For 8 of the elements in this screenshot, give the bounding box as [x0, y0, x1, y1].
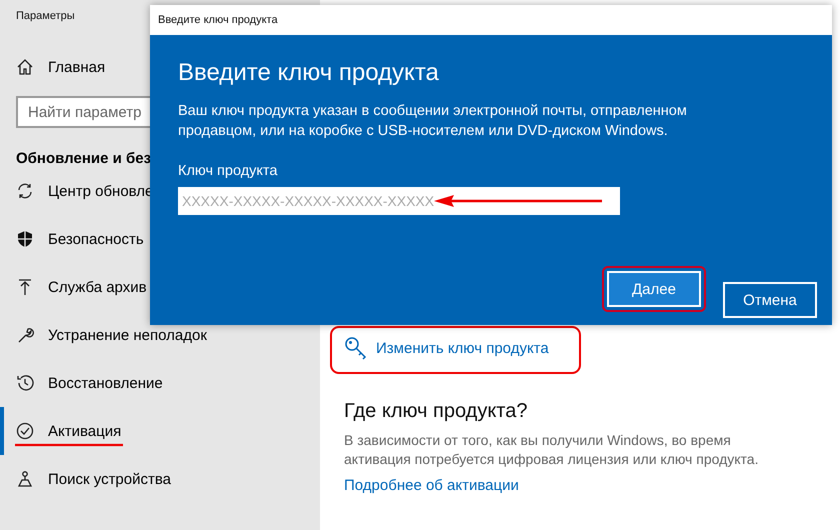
window-title: Параметры	[16, 10, 75, 22]
section-heading: Где ключ продукта?	[344, 400, 528, 423]
section-title: Обновление и без	[16, 150, 152, 167]
dialog-text: Ваш ключ продукта указан в сообщении электронной почты, отправленном продавцом, или на коробке с USB-носителем или DVD-диском Windows.	[178, 102, 688, 141]
description-text: В зависимости от того, как вы получили Windows, во время активация потребуется цифровая лицензия или ключ продукта.	[344, 431, 760, 469]
field-label: Ключ продукта	[178, 163, 278, 179]
dialog-title: Введите ключ продукта	[150, 5, 832, 35]
dialog-heading: Введите ключ продукта	[178, 59, 439, 87]
